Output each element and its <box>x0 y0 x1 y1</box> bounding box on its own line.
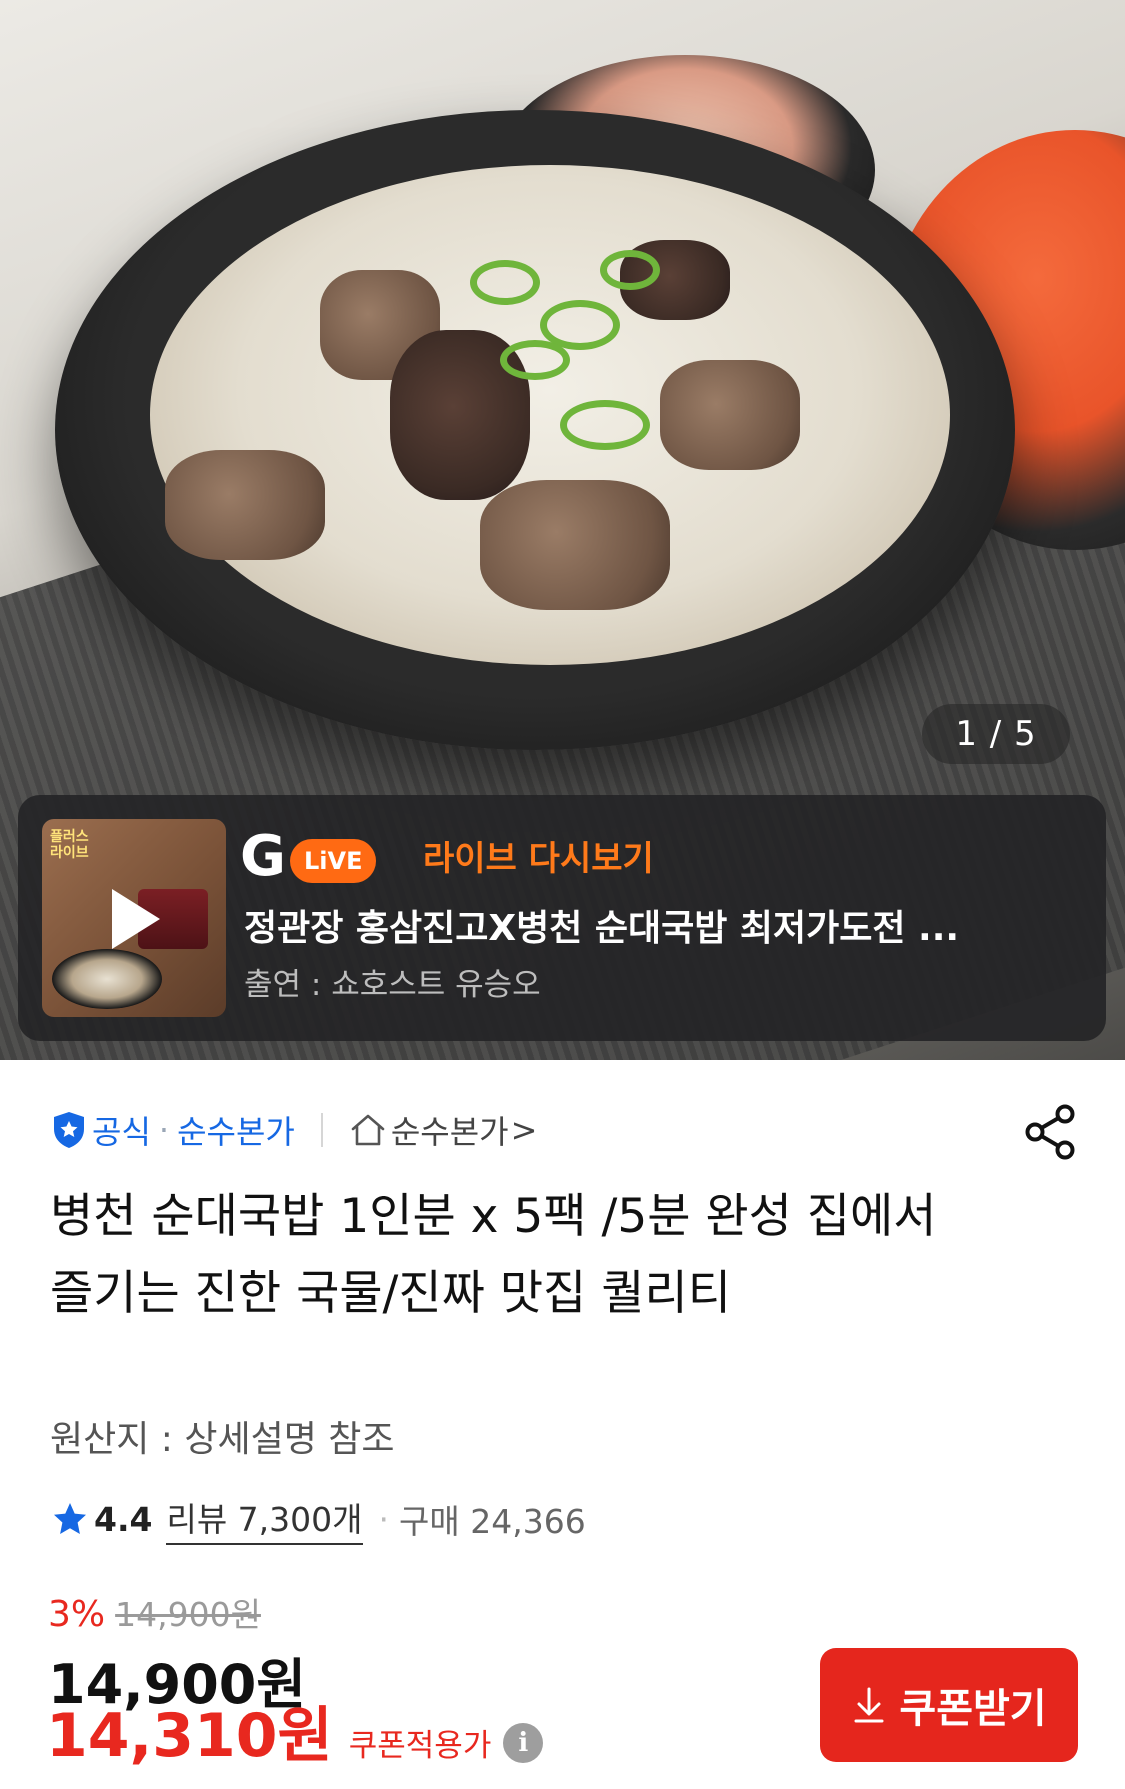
home-icon <box>351 1114 385 1146</box>
discount-row: 3% 14,900원 <box>48 1588 261 1636</box>
live-badge: LiVE <box>289 839 377 883</box>
soup-plate <box>52 949 162 1009</box>
review-link[interactable]: 리뷰 7,300개 <box>166 1493 363 1545</box>
live-replay-card[interactable]: 플러스 라이브 G LiVE 라이브 다시보기 정관장 홍삼진고X병천 순대국밥… <box>18 795 1106 1041</box>
coupon-price: 14,310원 <box>46 1701 333 1771</box>
image-counter: 1 / 5 <box>922 704 1070 764</box>
meat-piece <box>480 480 670 610</box>
scallion <box>470 260 540 305</box>
coupon-price-label: 쿠폰적용가 <box>348 1727 492 1764</box>
rating-row: 4.4 리뷰 7,300개 · 구매 24,366 <box>52 1493 586 1545</box>
scallion <box>560 400 650 450</box>
seller-row: 공식 · 순수본가 순수본가 > <box>52 1108 537 1152</box>
discount-rate: 3% <box>48 1594 106 1635</box>
live-cast: 출연 : 쇼호스트 유승오 <box>244 967 541 1003</box>
shield-icon <box>54 1112 84 1148</box>
separator-dot: · <box>158 1111 170 1149</box>
coupon-price-row: 14,310원 쿠폰적용가 i <box>46 1701 544 1771</box>
scallion <box>600 250 660 290</box>
store-link[interactable]: 순수본가 > <box>349 1107 538 1153</box>
download-icon <box>854 1687 884 1723</box>
chevron-right-icon: > <box>510 1111 538 1149</box>
meat-piece <box>660 360 800 470</box>
separator-dot: · <box>378 1499 390 1539</box>
get-coupon-button[interactable]: 쿠폰받기 <box>820 1648 1078 1762</box>
brand-link[interactable]: 순수본가 <box>177 1107 295 1153</box>
g-logo-letter: G <box>240 824 286 889</box>
play-icon[interactable] <box>112 889 160 949</box>
coupon-button-label: 쿠폰받기 <box>899 1686 1047 1732</box>
scallion <box>500 340 570 380</box>
product-title: 병천 순대국밥 1인분 x 5팩 /5분 완성 집에서 즐기는 진한 국물/진짜… <box>50 1189 937 1321</box>
glive-logo: G LiVE <box>240 824 377 889</box>
divider <box>320 1113 323 1147</box>
official-label: 공식 <box>92 1113 151 1151</box>
share-icon[interactable] <box>1023 1102 1079 1162</box>
info-icon[interactable]: i <box>503 1723 544 1763</box>
purchase-count: 구매 24,366 <box>399 1502 586 1541</box>
thumb-badge: 플러스 라이브 <box>50 829 89 861</box>
rating-value: 4.4 <box>94 1499 153 1539</box>
meat-piece <box>165 450 325 560</box>
product-origin: 원산지 : 상세설명 참조 <box>50 1419 395 1460</box>
replay-label[interactable]: 라이브 다시보기 <box>423 831 654 880</box>
star-icon <box>54 1503 86 1534</box>
store-name: 순수본가 <box>390 1113 509 1151</box>
live-thumbnail[interactable]: 플러스 라이브 <box>42 819 226 1017</box>
original-price: 14,900원 <box>115 1595 261 1634</box>
live-headline[interactable]: 정관장 홍삼진고X병천 순대국밥 최저가도전 ... <box>244 899 1044 951</box>
